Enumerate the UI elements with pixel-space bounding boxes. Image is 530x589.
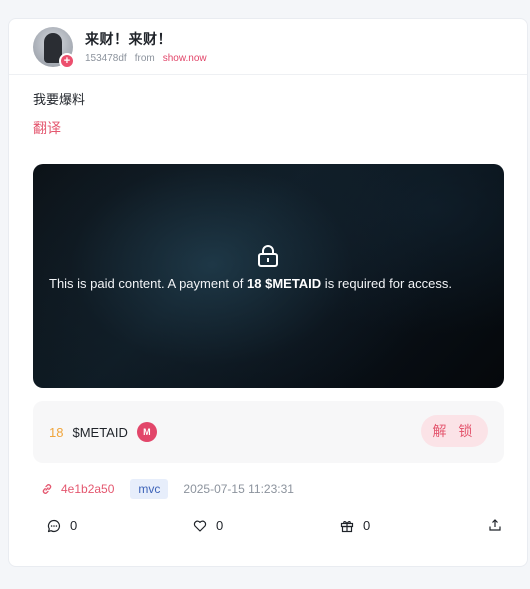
unlock-bar: 18 $METAID M 解 锁 bbox=[33, 401, 504, 463]
share-icon bbox=[489, 519, 501, 531]
gift-icon bbox=[340, 520, 354, 532]
source-link[interactable]: show.now bbox=[163, 53, 207, 64]
from-label: from bbox=[134, 53, 155, 64]
author-meta: 153478df from show.now bbox=[85, 53, 207, 64]
price-token: $METAID bbox=[72, 424, 128, 440]
paid-content-box: This is paid content. A payment of 18 $M… bbox=[33, 164, 504, 388]
post-body: 我要爆料 翻译 bbox=[9, 75, 527, 138]
translate-link[interactable]: 翻译 bbox=[33, 118, 503, 138]
share-button[interactable] bbox=[488, 518, 511, 532]
tx-hash-link[interactable]: 4e1b2a50 bbox=[41, 482, 114, 496]
add-icon[interactable]: + bbox=[59, 52, 75, 69]
timestamp: 2025-07-15 11:23:31 bbox=[183, 482, 294, 496]
username[interactable]: 来财！来财！ bbox=[85, 29, 207, 49]
unlock-button[interactable]: 解 锁 bbox=[421, 415, 488, 447]
user-info: 来财！来财！ 153478df from show.now bbox=[85, 29, 207, 64]
tx-row: 4e1b2a50 mvc 2025-07-15 11:23:31 bbox=[41, 478, 294, 500]
avatar[interactable]: + bbox=[33, 26, 75, 69]
paid-message-amount: 18 $METAID bbox=[247, 276, 322, 291]
like-button[interactable]: 0 bbox=[193, 518, 223, 533]
chain-tag: mvc bbox=[130, 479, 169, 499]
post-text: 我要爆料 bbox=[33, 92, 86, 107]
token-badge: M bbox=[136, 422, 157, 442]
price-amount: 18 bbox=[49, 424, 64, 440]
like-count: 0 bbox=[216, 518, 224, 533]
gift-button[interactable]: 0 bbox=[340, 518, 370, 533]
gift-count: 0 bbox=[363, 518, 371, 533]
paid-message-suffix: is required for access. bbox=[321, 276, 452, 291]
user-id: 153478df bbox=[85, 53, 127, 64]
post-card: + 来财！来财！ 153478df from show.now 我要爆料 翻译 … bbox=[8, 18, 528, 567]
paid-message-prefix: This is paid content. A payment of bbox=[49, 276, 248, 291]
comment-button[interactable]: 0 bbox=[47, 518, 77, 533]
lock-icon bbox=[258, 245, 278, 267]
heart-icon bbox=[193, 520, 207, 532]
comment-icon bbox=[47, 519, 61, 532]
comment-count: 0 bbox=[70, 518, 78, 533]
action-bar: 0 0 0 bbox=[47, 518, 507, 538]
tx-hash: 4e1b2a50 bbox=[61, 482, 115, 496]
paid-content-message: This is paid content. A payment of 18 $M… bbox=[49, 276, 479, 292]
post-header: + 来财！来财！ 153478df from show.now bbox=[9, 19, 527, 75]
link-icon bbox=[42, 484, 52, 494]
